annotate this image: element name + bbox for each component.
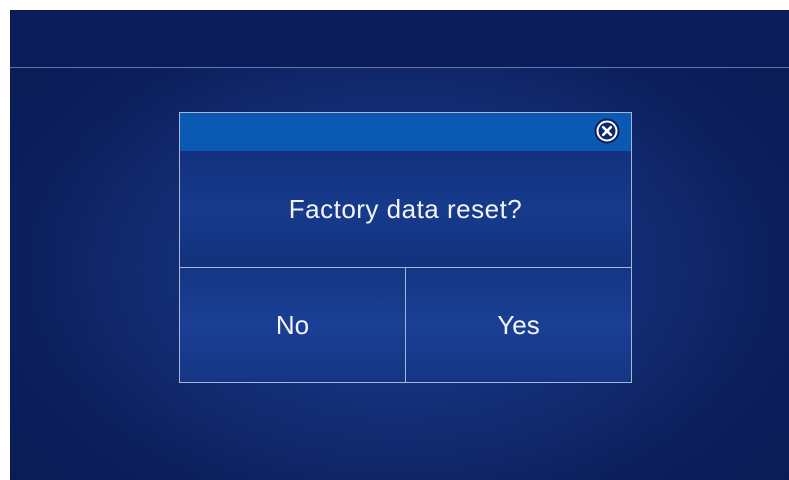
no-button[interactable]: No: [180, 268, 406, 382]
header-bar: [10, 10, 789, 68]
device-screen: Factory data reset? No Yes: [10, 10, 789, 480]
yes-button[interactable]: Yes: [406, 268, 631, 382]
close-circle-icon: [594, 118, 620, 144]
dialog-titlebar: [180, 113, 631, 151]
dialog-message: Factory data reset?: [288, 193, 523, 224]
reset-confirm-dialog: Factory data reset? No Yes: [179, 112, 632, 383]
dialog-button-row: No Yes: [180, 268, 631, 382]
dialog-body: Factory data reset?: [180, 151, 631, 268]
close-button[interactable]: [593, 117, 621, 145]
